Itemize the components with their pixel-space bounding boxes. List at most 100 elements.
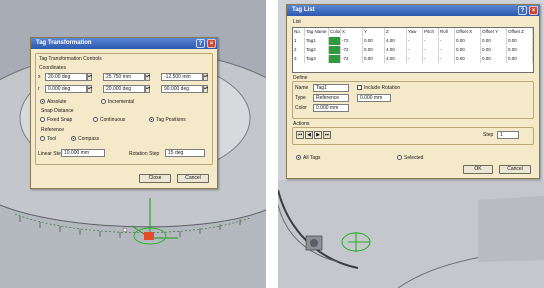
table-cell: Tag3 xyxy=(305,55,329,63)
tag-transformation-dialog[interactable]: Tag Transformation ? × Tag Transformatio… xyxy=(30,37,218,189)
compass-radio[interactable] xyxy=(71,136,76,141)
cancel-button[interactable]: Cancel xyxy=(499,165,531,174)
table-cell: Offset X xyxy=(455,28,481,36)
help-icon[interactable]: ? xyxy=(518,6,527,15)
coord-spin-1[interactable]: ▴▾ xyxy=(87,73,92,81)
coordinates-label: Coordinates xyxy=(39,65,66,71)
close-icon[interactable]: × xyxy=(207,39,216,48)
table-cell: No. xyxy=(293,28,305,36)
table-cell: 0.00 xyxy=(481,46,507,54)
close-button[interactable]: Close xyxy=(139,174,171,183)
rot-spin-2[interactable]: ▴▾ xyxy=(145,85,150,93)
table-cell: Z xyxy=(385,28,407,36)
rotation-step-field[interactable]: 15 deg xyxy=(165,149,205,157)
selected-radio[interactable] xyxy=(397,155,402,160)
dialog-title: Tag Transformation xyxy=(36,40,92,46)
table-cell: 0.00 xyxy=(363,46,385,54)
previous-icon[interactable]: ◀ xyxy=(305,131,313,139)
color-label: Color xyxy=(295,105,307,111)
table-cell: - xyxy=(423,55,439,63)
ok-button[interactable]: OK xyxy=(463,165,493,174)
rot-spin-3[interactable]: ▴▾ xyxy=(203,85,208,93)
table-cell: - xyxy=(423,46,439,54)
rot-field-2[interactable]: 20.000 deg xyxy=(103,85,145,93)
table-cell: Tag2 xyxy=(305,46,329,54)
table-cell xyxy=(329,55,341,63)
table-cell: -72 xyxy=(341,46,363,54)
left-cad-viewport[interactable]: Tag Transformation ? × Tag Transformatio… xyxy=(0,0,266,288)
compass-label: Compass xyxy=(78,136,100,142)
table-cell: -72 xyxy=(341,55,363,63)
absolute-radio[interactable] xyxy=(40,99,45,104)
table-cell: Roll xyxy=(439,28,455,36)
row1-prefix: x xyxy=(38,74,41,80)
reference-label: Reference xyxy=(41,127,65,133)
linear-step-field[interactable]: 10.000 mm xyxy=(61,149,105,157)
step-field[interactable]: 1 xyxy=(497,131,519,139)
color-field[interactable]: 0.000 mm xyxy=(313,104,349,112)
rot-field-1[interactable]: 0.000 deg xyxy=(45,85,87,93)
table-cell: 4.00 xyxy=(385,46,407,54)
selected-label: Selected xyxy=(404,155,424,161)
table-cell: 0.00 xyxy=(507,46,533,54)
step-label: Step xyxy=(483,132,494,138)
rotation-step-label: Rotation Step xyxy=(129,151,160,157)
rot-field-3[interactable]: 90.000 deg xyxy=(161,85,203,93)
table-cell: - xyxy=(407,46,423,54)
table-cell: X xyxy=(341,28,363,36)
next-icon[interactable]: ▶ xyxy=(314,131,322,139)
coord-spin-2[interactable]: ▴▾ xyxy=(145,73,150,81)
table-cell xyxy=(329,46,341,54)
table-cell: 1 xyxy=(293,37,305,45)
continuous-radio[interactable] xyxy=(93,117,98,122)
table-cell: Color xyxy=(330,28,341,36)
table-cell: 0.00 xyxy=(363,55,385,63)
dialog-titlebar[interactable]: Tag Transformation ? × xyxy=(31,38,217,49)
help-icon[interactable]: ? xyxy=(196,39,205,48)
table-cell: 2 xyxy=(293,46,305,54)
table-cell: 0.00 xyxy=(481,37,507,45)
table-cell: - xyxy=(439,46,455,54)
table-cell: -72 xyxy=(341,37,363,45)
table-cell: Pitch xyxy=(423,28,439,36)
row2-prefix: r xyxy=(38,86,40,92)
table-cell: Tag1 xyxy=(305,37,329,45)
all-tags-radio[interactable] xyxy=(296,155,301,160)
coord-field-1[interactable]: 20.00 deg xyxy=(45,73,87,81)
incremental-radio[interactable] xyxy=(101,99,106,104)
right-cad-viewport[interactable]: Tag List ? × List No. Tag Name Color X Y Z Yaw… xyxy=(278,0,544,288)
tag-positions-label: Tag Positions xyxy=(156,117,186,123)
table-cell: 0.00 xyxy=(455,55,481,63)
absolute-label: Absolute xyxy=(47,99,67,105)
include-rotation-label: Include Rotation xyxy=(364,85,401,91)
fixed-snap-radio[interactable] xyxy=(40,117,45,122)
close-icon[interactable]: × xyxy=(529,6,538,15)
rotation-list-field[interactable]: 0.000 mm xyxy=(357,94,391,102)
snap-label: Snap Distance xyxy=(41,108,74,114)
cancel-button[interactable]: Cancel xyxy=(177,174,209,183)
first-icon[interactable]: ⏮ xyxy=(296,131,304,139)
tool-radio[interactable] xyxy=(40,136,45,141)
coord-field-3[interactable]: -12.500 mm xyxy=(161,73,203,81)
rot-spin-1[interactable]: ▴▾ xyxy=(87,85,92,93)
type-field[interactable]: Reference xyxy=(313,94,349,102)
dialog-titlebar[interactable]: Tag List ? × xyxy=(287,5,539,16)
coord-spin-3[interactable]: ▴▾ xyxy=(203,73,208,81)
fixed-snap-label: Fixed Snap xyxy=(47,117,73,123)
table-cell: - xyxy=(423,37,439,45)
table-cell: 0.00 xyxy=(455,37,481,45)
tag-positions-radio[interactable] xyxy=(149,117,154,122)
tag-list-dialog[interactable]: Tag List ? × List No. Tag Name Color X Y Z Yaw… xyxy=(286,4,540,179)
name-field[interactable]: Tag1 xyxy=(313,84,349,92)
table-cell: - xyxy=(407,37,423,45)
table-cell: Yaw xyxy=(407,28,423,36)
table-cell: Y xyxy=(363,28,385,36)
linear-step-label: Linear Step xyxy=(38,151,64,157)
last-icon[interactable]: ⏭ xyxy=(323,131,331,139)
coord-field-2[interactable]: 25.750 mm xyxy=(103,73,145,81)
table-cell: 0.00 xyxy=(455,46,481,54)
tag-table[interactable]: No. Tag Name Color X Y Z Yaw Pitch Roll Offset XO… xyxy=(292,27,534,73)
table-cell: 0.00 xyxy=(507,55,533,63)
include-rotation-checkbox[interactable] xyxy=(357,85,362,90)
incremental-label: Incremental xyxy=(108,99,135,105)
